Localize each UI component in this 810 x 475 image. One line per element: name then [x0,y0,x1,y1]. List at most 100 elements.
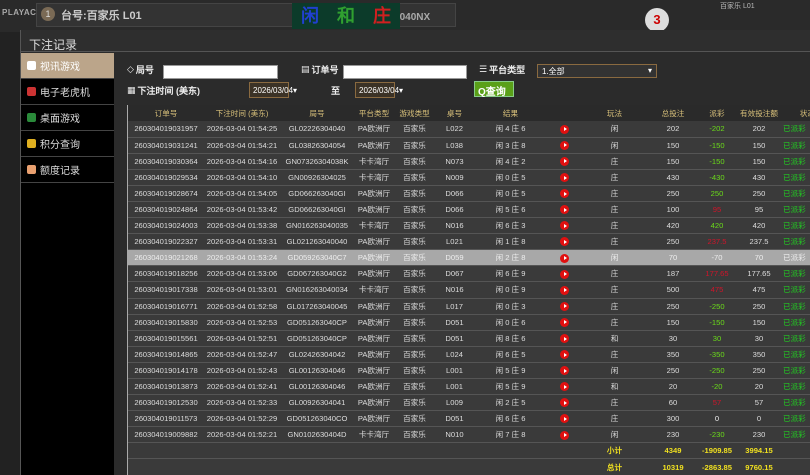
column-header: 游戏类型 [394,105,435,121]
spacer [128,458,582,475]
round-input[interactable] [163,65,278,79]
table-row[interactable]: 260304019028674 2026-03-04 01:54:05 GD0662… [128,185,810,202]
total-bet: 187 [647,265,699,283]
table-row[interactable]: 260304019030364 2026-03-04 01:54:16 GN0732… [128,153,810,170]
round-no: GN016263040034 [280,281,354,299]
replay-button[interactable] [547,201,582,219]
table-row[interactable]: 260304019015561 2026-03-04 01:52:51 GD0512… [128,330,810,347]
table-no: N009 [435,169,474,186]
table-row[interactable]: 260304019014865 2026-03-04 01:52:47 GL0242… [128,346,810,363]
bet-time: 2026-03-04 01:54:05 [204,185,280,202]
replay-button[interactable] [547,153,582,170]
sidebar-item-label: 额度记录 [40,166,80,177]
replay-button[interactable] [547,281,582,299]
calendar-icon: ▦ [127,85,136,95]
replay-button[interactable] [547,346,582,363]
subtotal-label: 小计 [582,442,647,460]
column-header: 玩法 [582,105,647,121]
sidebar-item-4[interactable]: 额度记录 [21,157,114,183]
game-type: 百家乐 [394,330,435,347]
chevron-down-icon: ▾ [647,66,652,75]
total-bet: 20 [647,378,699,396]
round-no: GL017263040045 [280,298,354,315]
platform: PA欧洲厅 [354,137,394,154]
table-row[interactable]: 260304019011573 2026-03-04 01:52:29 GD0512… [128,410,810,428]
column-header: 有效投注额 [735,105,783,121]
query-button[interactable]: Q查询 [474,81,514,98]
replay-button[interactable] [547,185,582,202]
sidebar-item-2[interactable]: 桌面游戏 [21,105,114,131]
payout: -150 [699,137,735,154]
play-icon [560,414,569,424]
payout: -70 [699,249,735,267]
platform: PA欧洲厅 [354,298,394,315]
table-row[interactable]: 260304019024864 2026-03-04 01:53:42 GD0662… [128,201,810,219]
sidebar-item-0[interactable]: 视讯游戏 [21,53,114,79]
payout: -230 [699,426,735,444]
table-row[interactable]: 260304019024003 2026-03-04 01:53:38 GN0162… [128,217,810,235]
replay-button[interactable] [547,265,582,283]
table-row[interactable]: 260304019015830 2026-03-04 01:52:53 GD0512… [128,314,810,331]
replay-button[interactable] [547,137,582,154]
platform: PA欧洲厅 [354,394,394,412]
play-icon [560,430,569,440]
replay-button[interactable] [547,121,582,138]
platform: 卡卡湾厅 [354,169,394,186]
play-icon [560,398,569,408]
bet-type: 庄 [582,410,647,428]
replay-button[interactable] [547,169,582,186]
table-row[interactable]: 260304019013873 2026-03-04 01:52:41 GL0012… [128,378,810,396]
table-row[interactable]: 260304019022327 2026-03-04 01:53:31 GL0212… [128,233,810,251]
table-row[interactable]: 260304019016771 2026-03-04 01:52:58 GL0172… [128,298,810,315]
order-label: ▤ 订单号 [301,63,339,76]
valid-bet: 250 [735,362,783,380]
sidebar-item-3[interactable]: 积分查询 [21,131,114,157]
table-row[interactable]: 260304019031957 2026-03-04 01:54:25 GL0222… [128,121,810,138]
game-type: 百家乐 [394,121,435,138]
round-no: GD066263040GI [280,185,354,202]
valid-bet: 30 [735,330,783,347]
spacer [783,442,810,460]
total-bet: 70 [647,249,699,267]
table-row[interactable]: 260304019017338 2026-03-04 01:53:01 GN0162… [128,281,810,299]
table-row[interactable]: 260304019018256 2026-03-04 01:53:06 GD0672… [128,265,810,283]
platform-select[interactable]: 1.全部 ▾ [537,64,657,78]
replay-button[interactable] [547,410,582,428]
replay-button[interactable] [547,394,582,412]
status: 已派彩 [783,217,810,235]
date-to-select[interactable]: 2026/03/04▾ [355,82,403,98]
game-type: 百家乐 [394,378,435,396]
platform: PA欧洲厅 [354,265,394,283]
result: 闲 7 庄 8 [474,426,547,444]
replay-button[interactable] [547,314,582,331]
play-icon [560,205,569,215]
order-input[interactable] [343,65,467,79]
replay-button[interactable] [547,362,582,380]
bet-type: 庄 [582,153,647,170]
column-header: 订单号 [128,105,204,121]
table-row[interactable]: 260304019014178 2026-03-04 01:52:43 GL0012… [128,362,810,380]
sidebar-item-1[interactable]: 电子老虎机 [21,79,114,105]
replay-button[interactable] [547,330,582,347]
table-row[interactable]: 260304019012530 2026-03-04 01:52:33 GL0092… [128,394,810,412]
replay-button[interactable] [547,233,582,251]
table-row[interactable]: 260304019029534 2026-03-04 01:54:10 GN0092… [128,169,810,186]
status: 已派彩 [783,362,810,380]
total-bet: 202 [647,121,699,138]
bet-time: 2026-03-04 01:52:41 [204,378,280,396]
payout: 30 [699,330,735,347]
table-row[interactable]: 260304019009882 2026-03-04 01:52:21 GN0102… [128,426,810,444]
table-row[interactable]: 260304019021268 2026-03-04 01:53:24 GD0592… [128,249,810,267]
bet-type: 庄 [582,169,647,186]
replay-button[interactable] [547,378,582,396]
replay-button[interactable] [547,217,582,235]
valid-bet: 20 [735,378,783,396]
replay-button[interactable] [547,298,582,315]
table-row[interactable]: 260304019031241 2026-03-04 01:54:21 GL0382… [128,137,810,154]
replay-button[interactable] [547,426,582,444]
total-bet: 250 [647,185,699,202]
replay-button[interactable] [547,249,582,267]
payout: 250 [699,185,735,202]
status: 已派彩 [783,185,810,202]
date-from-select[interactable]: 2026/03/04▾ [249,82,297,98]
